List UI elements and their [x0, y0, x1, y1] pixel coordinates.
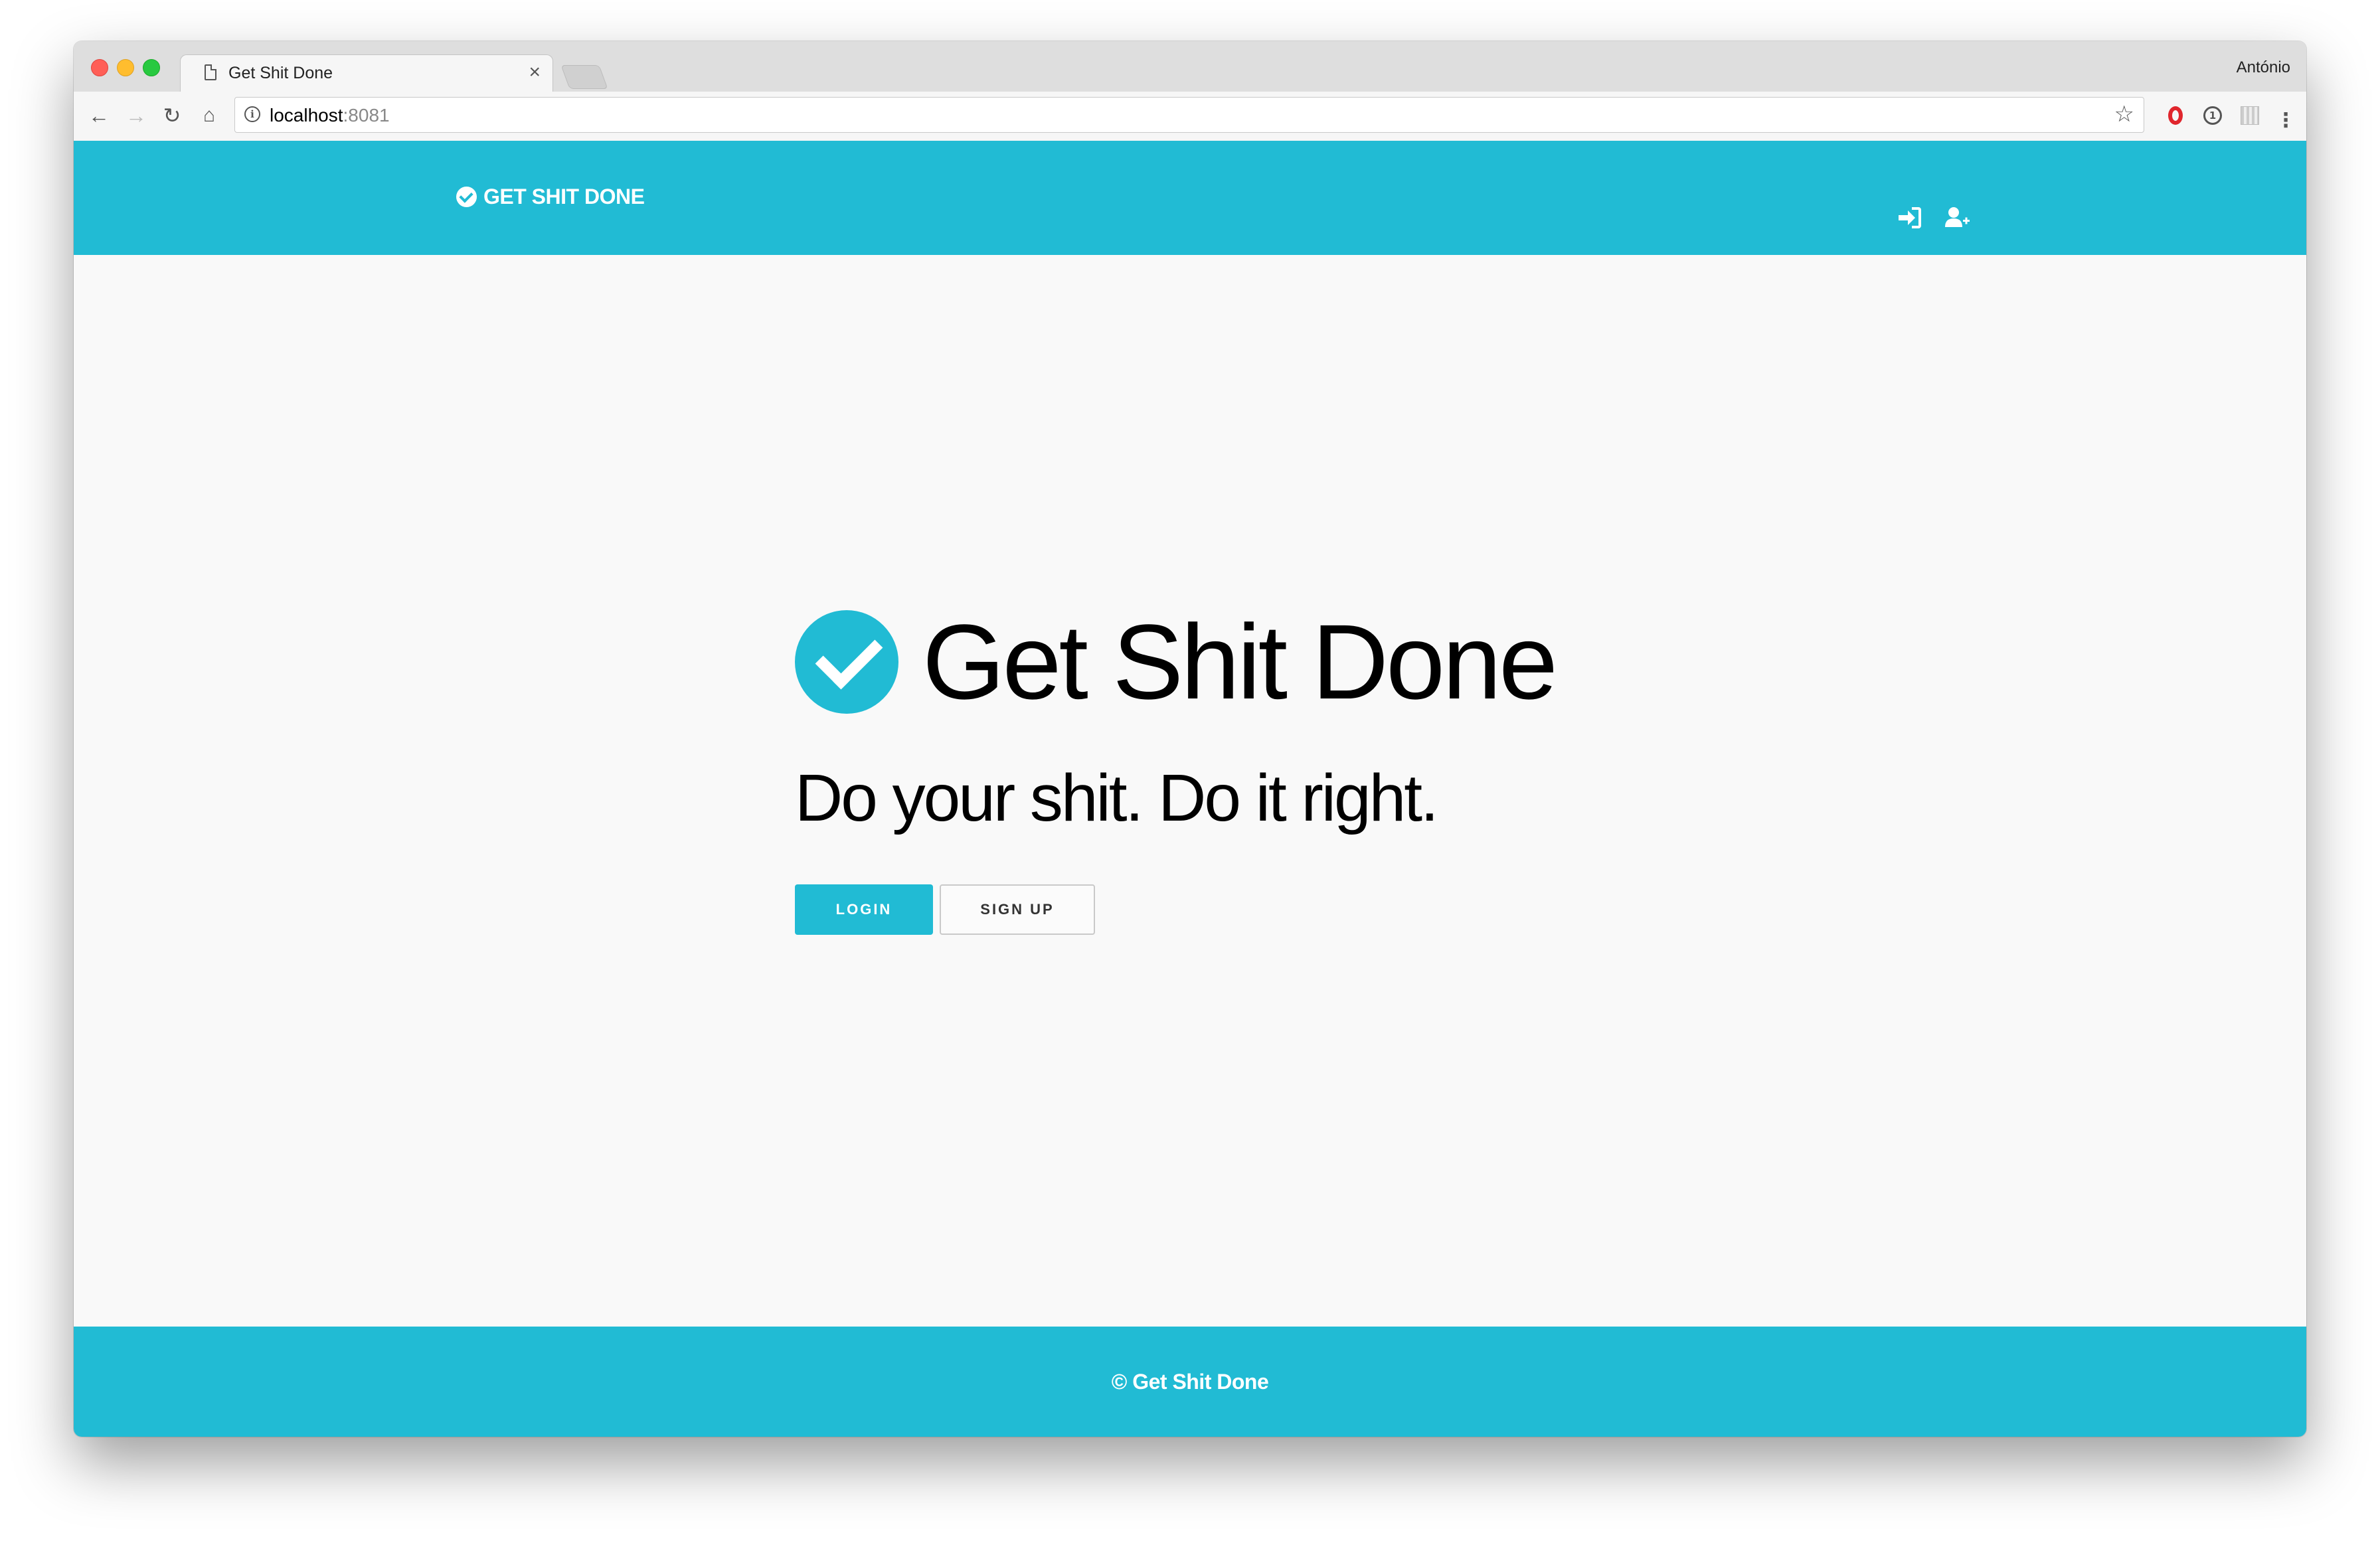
footer-copyright: © Get Shit Done: [1111, 1369, 1269, 1394]
url-text[interactable]: localhost:8081: [270, 105, 390, 126]
check-circle-icon: [795, 610, 898, 714]
profile-name[interactable]: António: [2237, 58, 2290, 77]
site-footer: © Get Shit Done: [74, 1327, 2306, 1437]
check-circle-icon: [456, 187, 477, 207]
home-icon[interactable]: ⌂: [196, 101, 222, 130]
hero-section: Get Shit Done Do your shit. Do it right.…: [795, 606, 1725, 935]
browser-titlebar: Get Shit Done × António: [74, 41, 2306, 92]
back-arrow-icon[interactable]: ←: [86, 101, 112, 130]
forward-arrow-icon[interactable]: →: [123, 101, 149, 130]
browser-toolbar: ← → ↻ ⌂ i localhost:8081 ☆ 1 ⋮: [74, 92, 2306, 141]
site-navbar: GET SHIT DONE: [74, 141, 2306, 255]
hero-title: Get Shit Done: [922, 602, 1558, 721]
sign-in-icon[interactable]: [1896, 204, 1922, 231]
login-button[interactable]: LOGIN: [795, 884, 933, 935]
document-icon: [205, 64, 216, 80]
url-host: localhost: [270, 105, 343, 125]
site-info-icon[interactable]: i: [244, 106, 260, 122]
web-page: GET SHIT DONE Get Shit Done Do your shit…: [74, 141, 2306, 1437]
hero-tagline: Do your shit. Do it right.: [795, 761, 1439, 835]
minimize-window-button[interactable]: [117, 59, 134, 76]
browser-tab-active[interactable]: Get Shit Done ×: [180, 54, 553, 92]
add-user-icon[interactable]: [1944, 204, 1970, 231]
tab-title: Get Shit Done: [228, 64, 333, 82]
maximize-window-button[interactable]: [143, 59, 160, 76]
close-window-button[interactable]: [91, 59, 108, 76]
sign-up-button[interactable]: SIGN UP: [940, 884, 1095, 935]
url-port: :8081: [343, 105, 390, 125]
hero-buttons: LOGIN SIGN UP: [795, 884, 1725, 935]
hero-heading: Get Shit Done: [795, 606, 1725, 718]
brand-link[interactable]: GET SHIT DONE: [456, 185, 645, 209]
brand-text: GET SHIT DONE: [483, 185, 645, 208]
new-tab-button[interactable]: [560, 65, 608, 89]
opera-extension-icon[interactable]: [2160, 101, 2191, 131]
browser-window: Get Shit Done × António ← → ↻ ⌂ i localh…: [74, 41, 2306, 1437]
bookmark-star-icon[interactable]: ☆: [2114, 101, 2134, 127]
extension-icon[interactable]: [2235, 101, 2265, 131]
tab-close-icon[interactable]: ×: [529, 61, 541, 84]
address-bar[interactable]: i localhost:8081 ☆: [234, 97, 2144, 133]
password-extension-icon[interactable]: 1: [2197, 101, 2228, 131]
reload-icon[interactable]: ↻: [159, 101, 185, 130]
browser-menu-icon[interactable]: ⋮: [2270, 101, 2301, 131]
